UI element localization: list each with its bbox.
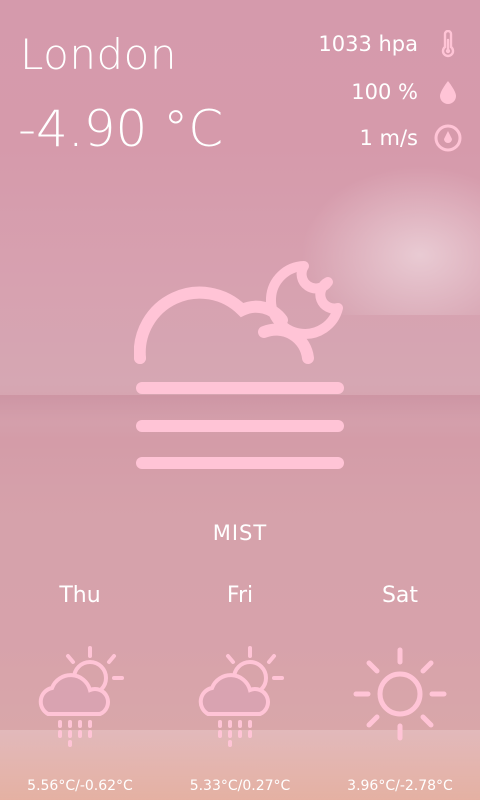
forecast-day[interactable]: Thu 5.56°C/-0.62°C [0, 583, 160, 794]
partly-sunny-rain-icon [198, 646, 284, 747]
water-drop-icon [434, 78, 462, 106]
wind-value: 1 m/s [359, 126, 418, 150]
city-name[interactable]: London [20, 30, 177, 79]
pressure-value: 1033 hpa [318, 32, 418, 56]
thermometer-icon [434, 30, 462, 58]
forecast-day-name: Thu [59, 583, 101, 608]
weather-condition: MIST [212, 521, 268, 545]
sun-icon [353, 647, 447, 741]
partly-sunny-rain-icon [38, 646, 124, 747]
forecast-day-name: Fri [226, 583, 254, 608]
humidity-value: 100 % [351, 80, 418, 104]
wind-stat: 1 m/s [359, 124, 462, 152]
humidity-stat: 100 % [351, 78, 462, 106]
forecast-day[interactable]: Sat 3.96°C/-2.78°C [320, 583, 480, 794]
pressure-stat: 1033 hpa [318, 30, 462, 58]
forecast-day-name: Sat [381, 583, 419, 608]
current-temperature: -4.90 °C [18, 100, 224, 158]
forecast-temp-range: 5.33°C/0.27°C [189, 778, 291, 794]
wind-gauge-icon [434, 124, 462, 152]
forecast-temp-range: 5.56°C/-0.62°C [27, 778, 133, 794]
forecast-temp-range: 3.96°C/-2.78°C [347, 778, 453, 794]
forecast-day[interactable]: Fri 5.33°C/0.27°C [160, 583, 320, 794]
mist-night-icon [133, 252, 346, 478]
